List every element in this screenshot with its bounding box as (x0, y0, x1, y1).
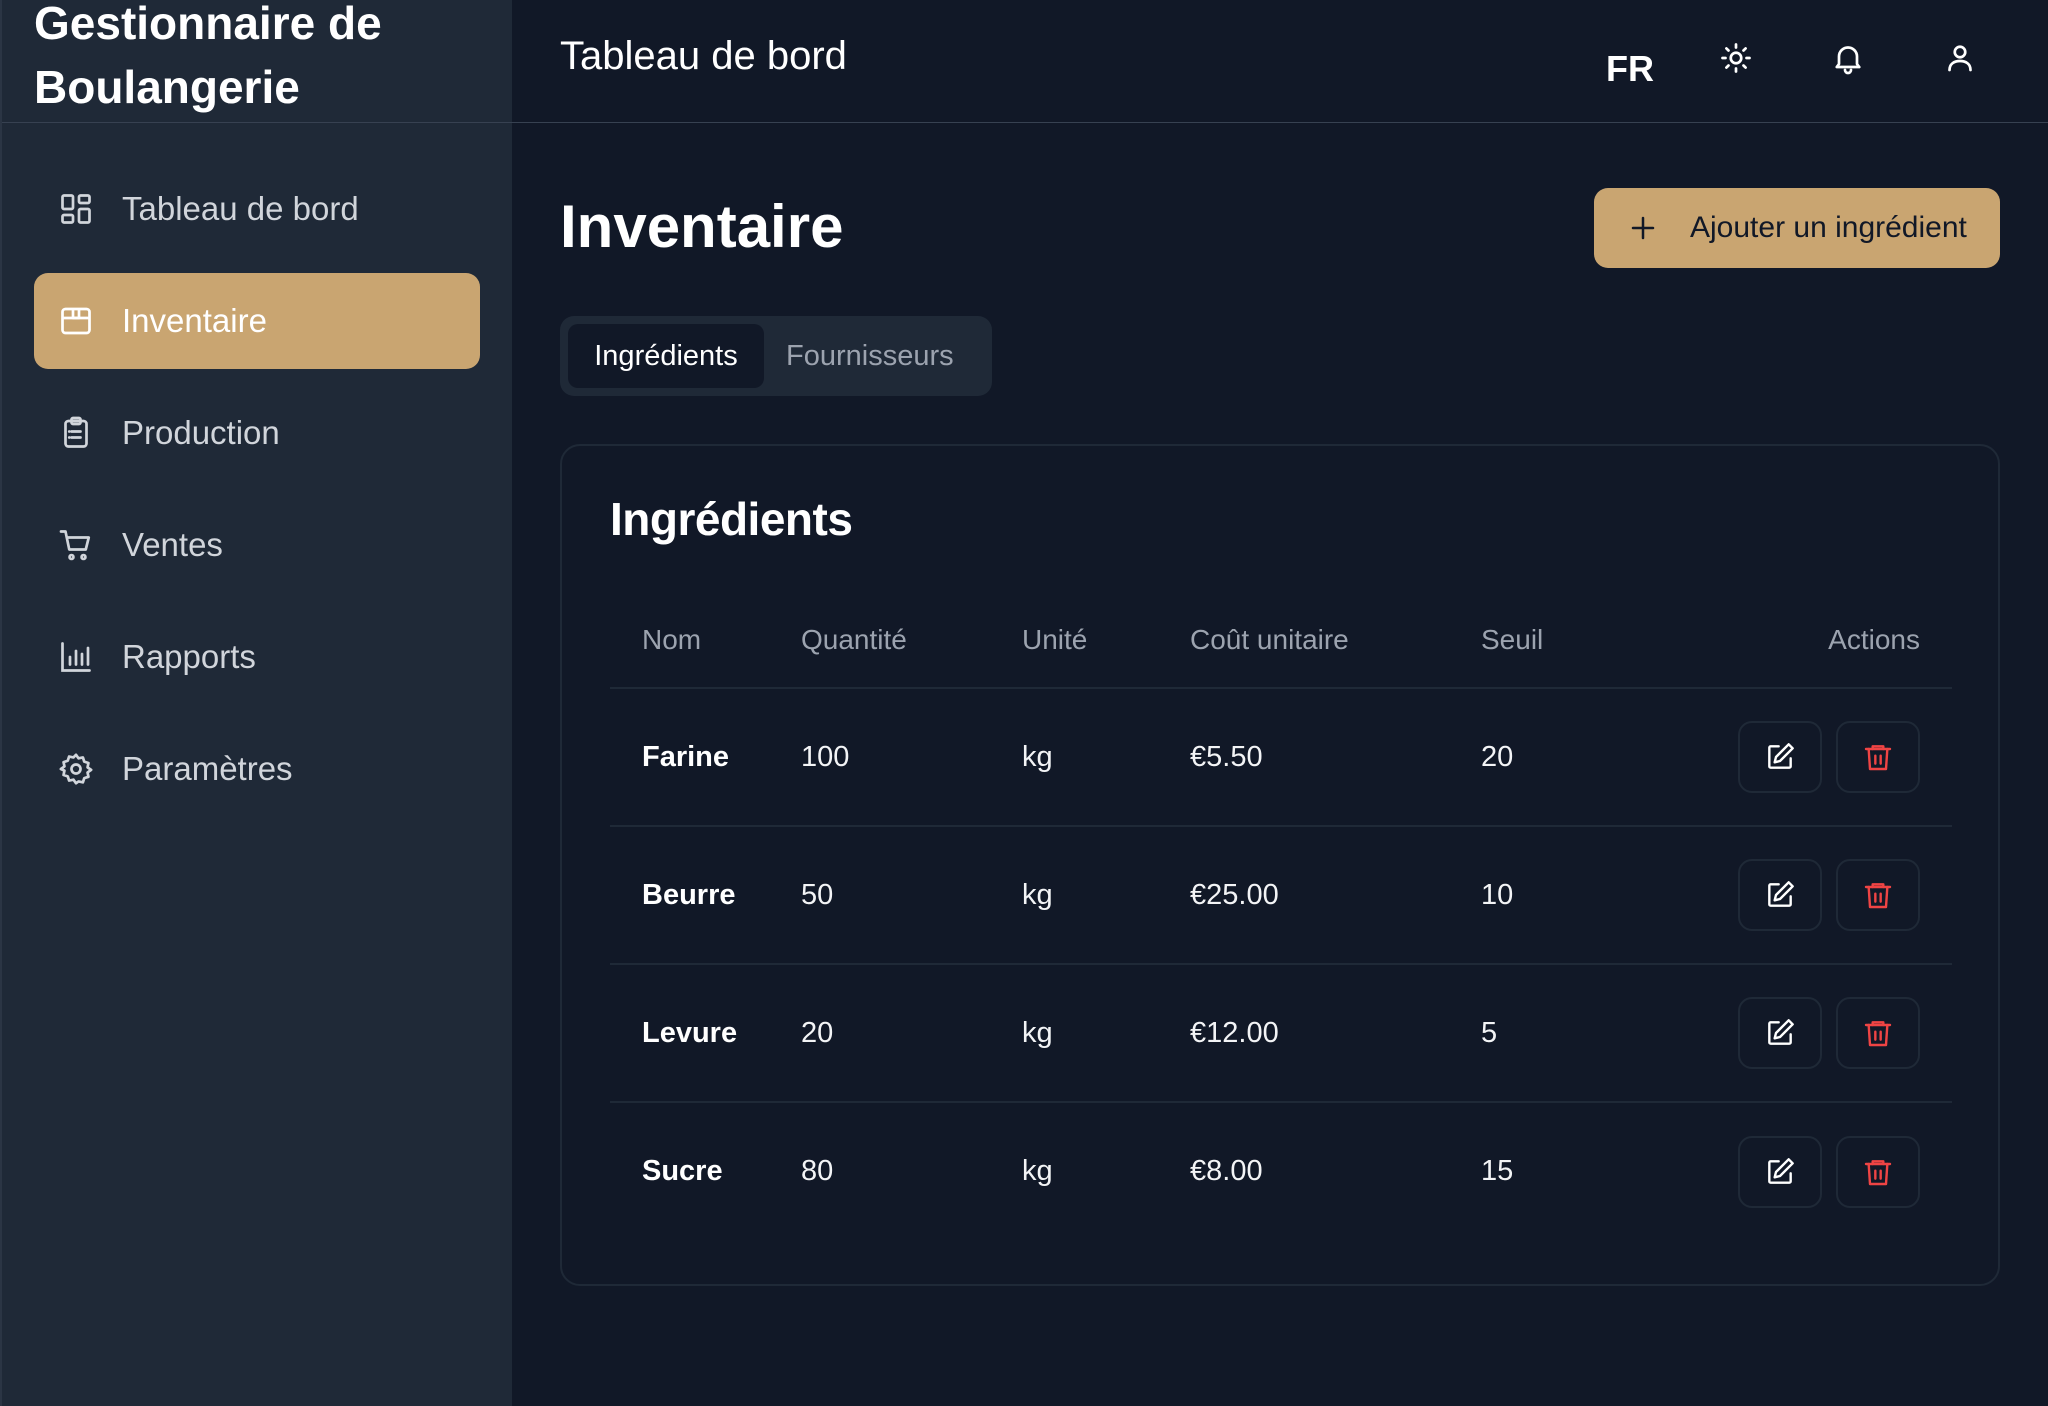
delete-button[interactable] (1836, 997, 1920, 1069)
cell-unit-cost: €25.00 (1190, 826, 1481, 965)
sidebar-item-sales[interactable]: Ventes (34, 497, 480, 593)
sidebar-item-settings[interactable]: Paramètres (34, 721, 480, 817)
topbar-title: Tableau de bord (560, 34, 847, 78)
edit-button[interactable] (1738, 721, 1822, 793)
cell-quantity: 50 (801, 826, 1022, 965)
edit-icon (1768, 881, 1794, 907)
cell-threshold: 20 (1481, 688, 1681, 827)
sidebar-item-label: Ventes (122, 526, 223, 563)
column-header-unit-cost: Coût unitaire (1190, 592, 1481, 689)
sidebar-item-label: Paramètres (122, 750, 293, 787)
sidebar-item-inventory[interactable]: Inventaire (34, 273, 480, 369)
cell-actions (1681, 688, 1952, 827)
cell-threshold: 10 (1481, 826, 1681, 965)
cell-name: Beurre (610, 826, 801, 965)
trash-icon (1864, 1021, 1892, 1047)
sidebar-item-reports[interactable]: Rapports (34, 609, 480, 705)
column-header-unit: Unité (1022, 592, 1190, 689)
delete-button[interactable] (1836, 721, 1920, 793)
table-row: Levure 20 kg €12.00 5 (610, 964, 1952, 1103)
cell-name: Levure (610, 964, 801, 1103)
table-header-row: Nom Quantité Unité Coût unitaire Seuil A… (610, 592, 1952, 689)
brand-title: Gestionnaire de Boulangerie (34, 0, 382, 113)
cell-quantity: 80 (801, 1155, 834, 1187)
edit-icon (1768, 1019, 1794, 1045)
table-row: Farine 100 kg €5.50 20 (610, 688, 1952, 827)
cell-quantity: 20 (801, 964, 1022, 1103)
cell-unit: kg (1022, 1155, 1053, 1187)
cell-unit-cost: €5.50 (1190, 688, 1481, 827)
sidebar: Gestionnaire de Boulangerie Tableau de b… (0, 0, 512, 1406)
card-title: Ingrédients (610, 493, 853, 545)
ingredients-table: Nom Quantité Unité Coût unitaire Seuil A… (610, 592, 1952, 1240)
cell-quantity: 100 (801, 688, 1022, 827)
edit-button[interactable] (1738, 859, 1822, 931)
trash-icon (1864, 745, 1892, 771)
app-root: Gestionnaire de Boulangerie Tableau de b… (0, 0, 2048, 1406)
edit-button[interactable] (1738, 1135, 1822, 1208)
tabs: Ingrédients Fournisseurs (560, 316, 992, 396)
sidebar-item-label: Inventaire (122, 302, 267, 339)
table-row: Beurre 50 kg €25.00 10 (610, 826, 1952, 965)
cell-unit-cost: €12.00 (1190, 964, 1481, 1103)
bell-icon[interactable] (1830, 40, 1866, 76)
trash-icon (1864, 1159, 1892, 1185)
cell-threshold: 15 (1481, 1155, 1514, 1187)
cell-name: Farine (610, 688, 801, 827)
page-title: Inventaire (560, 193, 844, 260)
delete-button[interactable] (1836, 1135, 1920, 1208)
delete-button[interactable] (1836, 859, 1920, 931)
column-header-actions: Actions (1681, 592, 1952, 689)
column-header-threshold: Seuil (1481, 592, 1681, 689)
cell-unit: kg (1022, 688, 1190, 827)
brand: Gestionnaire de Boulangerie (2, 0, 512, 123)
edit-icon (1768, 1157, 1794, 1184)
cell-actions (1681, 826, 1952, 965)
sidebar-item-label: Rapports (122, 638, 256, 675)
gear-icon (58, 751, 94, 787)
ingredients-card: Ingrédients Nom Quantité Unité Coût unit… (560, 444, 2000, 1286)
cell-actions (1681, 964, 1952, 1103)
user-icon[interactable] (1942, 40, 1978, 76)
cell-unit: kg (1022, 826, 1190, 965)
column-header-name: Nom (610, 592, 801, 689)
add-ingredient-button[interactable]: Ajouter un ingrédient (1594, 188, 2000, 268)
edit-icon (1768, 743, 1794, 769)
dashboard-grid-icon (58, 191, 94, 227)
sidebar-nav: Tableau de bord Inventaire Production Ve… (2, 123, 512, 817)
bar-chart-icon (58, 639, 94, 675)
shopping-cart-icon (58, 527, 94, 563)
cell-unit-cost: €8.00 (1190, 1155, 1263, 1187)
cell-threshold: 5 (1481, 964, 1681, 1103)
edit-button[interactable] (1738, 997, 1822, 1069)
package-icon (58, 303, 94, 339)
add-ingredient-label: Ajouter un ingrédient (1690, 211, 1967, 244)
plus-icon (1628, 213, 1658, 243)
sidebar-item-label: Tableau de bord (122, 190, 359, 227)
sidebar-item-production[interactable]: Production (34, 385, 480, 481)
cell-name: Sucre (642, 1155, 723, 1187)
language-switcher[interactable]: FR (1606, 48, 1654, 90)
main-content: Inventaire Ajouter un ingrédient Ingrédi… (512, 124, 2048, 1406)
sidebar-item-label: Production (122, 414, 280, 451)
sidebar-item-dashboard[interactable]: Tableau de bord (34, 161, 480, 257)
tab-ingredients[interactable]: Ingrédients (568, 324, 764, 388)
table-row: Sucre 80 kg €8.00 15 (610, 1102, 1952, 1240)
clipboard-list-icon (58, 415, 94, 451)
cell-actions (1681, 1102, 1952, 1240)
cell-unit: kg (1022, 964, 1190, 1103)
column-header-quantity: Quantité (801, 592, 1022, 689)
topbar: Tableau de bord FR (512, 0, 2048, 123)
sun-icon[interactable] (1718, 40, 1754, 76)
trash-icon (1864, 883, 1892, 909)
tab-suppliers[interactable]: Fournisseurs (764, 324, 976, 388)
